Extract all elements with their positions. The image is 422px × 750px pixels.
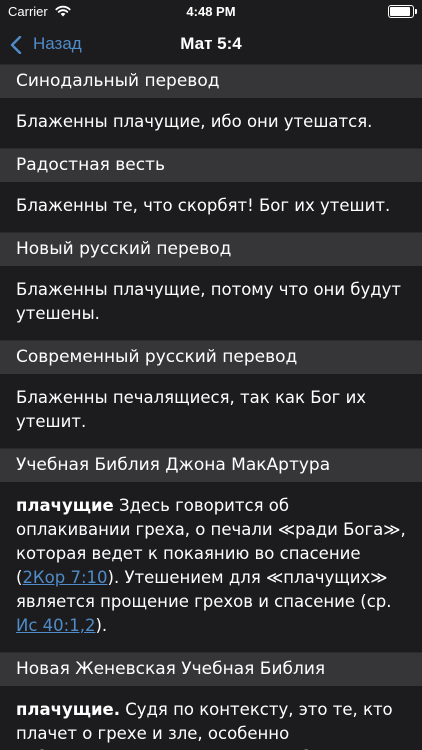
reference-link-2cor-7-10[interactable]: 2Кор 7:10 xyxy=(22,568,107,587)
verse-text-synodal: Блаженны плачущие, ибо они утешатся. xyxy=(0,98,422,148)
section-header-good-news: Радостная весть xyxy=(0,148,422,182)
verse-text-modern-russian: Блаженны печалящиеся, так как Бог их уте… xyxy=(0,374,422,448)
commentary-geneva: плачущие. Судя по контексту, это те, кто… xyxy=(0,686,422,750)
section-header-synodal: Синодальный перевод xyxy=(0,64,422,98)
navigation-bar: Назад Мат 5:4 xyxy=(0,24,422,64)
battery-fill xyxy=(390,7,410,16)
status-bar: Carrier 4:48 PM xyxy=(0,0,422,24)
commentary-term: плачущие xyxy=(16,496,114,515)
commentary-macarthur: плачущие Здесь говорится об оплакивании … xyxy=(0,482,422,652)
battery-icon xyxy=(388,5,417,18)
section-header-macarthur: Учебная Библия Джона МакАртура xyxy=(0,448,422,482)
commentary-text: ). xyxy=(95,616,108,635)
translations-list[interactable]: Синодальный перевод Блаженны плачущие, и… xyxy=(0,64,422,750)
reference-link-isa-40-1-2[interactable]: Ис 40:1,2 xyxy=(16,616,95,635)
page-title: Мат 5:4 xyxy=(180,34,242,53)
commentary-term: плачущие. xyxy=(16,700,120,719)
section-header-modern-russian: Современный русский перевод xyxy=(0,340,422,374)
verse-text-new-russian: Блаженны плачущие, потому что они будут … xyxy=(0,266,422,340)
status-time: 4:48 PM xyxy=(186,4,236,19)
section-header-geneva: Новая Женевская Учебная Библия xyxy=(0,652,422,686)
section-header-new-russian: Новый русский перевод xyxy=(0,232,422,266)
verse-text-good-news: Блаженны те, что скорбят! Бог их утешит. xyxy=(0,182,422,232)
